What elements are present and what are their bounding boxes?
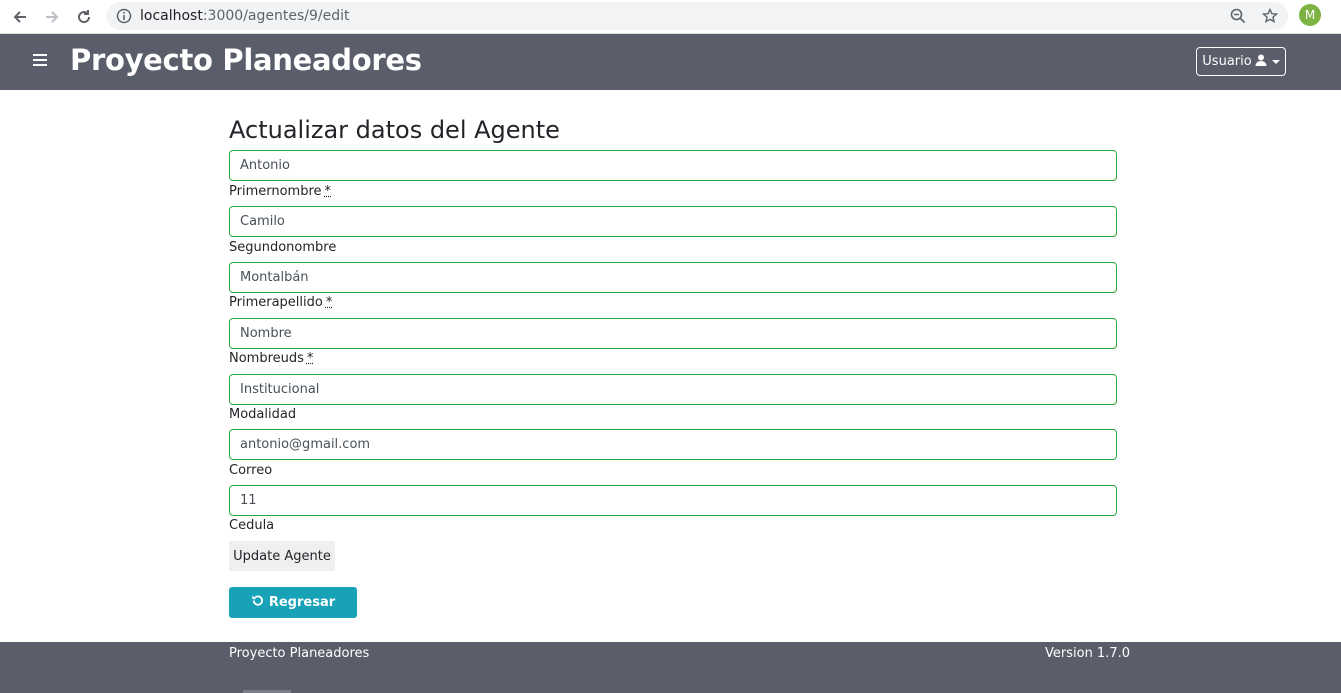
nombreuds-label-text: Nombreuds bbox=[229, 351, 304, 366]
profile-avatar[interactable]: M bbox=[1299, 4, 1321, 26]
segundonombre-label: Segundonombre bbox=[229, 240, 336, 255]
user-menu-label: Usuario bbox=[1202, 54, 1252, 69]
nombreuds-field[interactable] bbox=[229, 318, 1117, 349]
cedula-label: Cedula bbox=[229, 518, 274, 533]
required-mark: * bbox=[324, 184, 332, 199]
info-icon[interactable] bbox=[114, 6, 134, 26]
nombreuds-label: Nombreuds * bbox=[229, 351, 313, 366]
back-button[interactable]: Regresar bbox=[229, 587, 357, 618]
nombreuds-input[interactable] bbox=[230, 319, 1116, 348]
primerapellido-input[interactable] bbox=[230, 263, 1116, 292]
segundonombre-input[interactable] bbox=[230, 207, 1116, 236]
forward-arrow-icon[interactable] bbox=[40, 5, 64, 29]
primerapellido-label: Primerapellido * bbox=[229, 295, 332, 310]
browser-toolbar: localhost:3000/agentes/9/edit M bbox=[0, 0, 1341, 34]
reload-icon[interactable] bbox=[72, 5, 96, 29]
primerapellido-field[interactable] bbox=[229, 262, 1117, 293]
update-agent-button[interactable]: Update Agente bbox=[229, 541, 335, 571]
primernombre-field[interactable] bbox=[229, 150, 1117, 181]
app-navbar: Proyecto Planeadores Usuario bbox=[0, 34, 1341, 90]
hamburger-icon[interactable] bbox=[33, 54, 47, 68]
required-mark: * bbox=[306, 351, 314, 366]
modalidad-field[interactable] bbox=[229, 374, 1117, 405]
required-mark: * bbox=[325, 295, 333, 310]
footer-version: Version 1.7.0 bbox=[1045, 646, 1131, 661]
correo-label-text: Correo bbox=[229, 463, 273, 478]
address-bar[interactable]: localhost:3000/agentes/9/edit bbox=[106, 2, 1288, 30]
undo-icon bbox=[251, 594, 264, 611]
modalidad-input[interactable] bbox=[230, 375, 1116, 404]
correo-label: Correo bbox=[229, 463, 272, 478]
caret-down-icon bbox=[1271, 59, 1280, 64]
primerapellido-label-text: Primerapellido bbox=[229, 295, 323, 310]
page-title: Actualizar datos del Agente bbox=[229, 116, 560, 144]
footer: Proyecto Planeadores Version 1.7.0 bbox=[0, 642, 1341, 693]
primernombre-input[interactable] bbox=[230, 151, 1116, 180]
user-menu-button[interactable]: Usuario bbox=[1196, 47, 1286, 76]
modalidad-label: Modalidad bbox=[229, 407, 296, 422]
correo-field[interactable] bbox=[229, 429, 1117, 460]
footer-brand: Proyecto Planeadores bbox=[229, 646, 370, 661]
url-path: :3000/agentes/9/edit bbox=[202, 8, 350, 24]
back-arrow-icon[interactable] bbox=[8, 5, 32, 29]
correo-input[interactable] bbox=[230, 430, 1116, 459]
zoom-icon[interactable] bbox=[1228, 6, 1248, 26]
cedula-field[interactable] bbox=[229, 485, 1117, 516]
primernombre-label: Primernombre * bbox=[229, 184, 331, 199]
segundonombre-field[interactable] bbox=[229, 206, 1117, 237]
cedula-input[interactable] bbox=[230, 486, 1116, 515]
segundonombre-label-text: Segundonombre bbox=[229, 240, 337, 255]
url-host: localhost bbox=[140, 8, 203, 24]
back-button-label: Regresar bbox=[268, 595, 336, 610]
primernombre-label-text: Primernombre bbox=[229, 184, 322, 199]
modalidad-label-text: Modalidad bbox=[229, 407, 297, 422]
star-icon[interactable] bbox=[1260, 6, 1280, 26]
user-icon bbox=[1255, 54, 1267, 70]
cedula-label-text: Cedula bbox=[229, 518, 275, 533]
url-text: localhost:3000/agentes/9/edit bbox=[140, 8, 349, 24]
brand-title[interactable]: Proyecto Planeadores bbox=[70, 43, 422, 77]
